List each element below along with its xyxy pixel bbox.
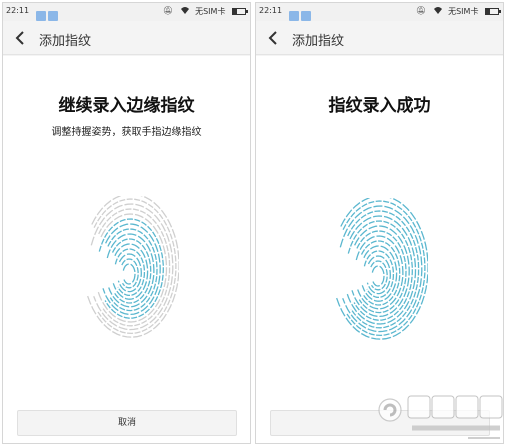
mute-icon: 🔕︎ bbox=[415, 6, 427, 15]
mute-icon: 🔕︎ bbox=[162, 6, 174, 15]
notification-icon bbox=[289, 11, 299, 21]
back-button[interactable] bbox=[9, 25, 31, 51]
wifi-icon bbox=[180, 6, 190, 17]
status-bar: 22:11 🔕︎ 无SIM卡 bbox=[256, 3, 503, 21]
phone-screen-enroll-success: 22:11 🔕︎ 无SIM卡 添加指纹 指纹录入成功 bbox=[255, 2, 504, 444]
app-bar: 添加指纹 bbox=[256, 21, 503, 55]
success-heading: 指纹录入成功 bbox=[328, 96, 431, 116]
chevron-left-icon bbox=[15, 31, 24, 45]
instruction-heading: 继续录入边缘指纹 bbox=[58, 96, 195, 116]
main-content: 继续录入边缘指纹 调整持握姿势，获取手指边缘指纹 取消 bbox=[3, 56, 250, 443]
fingerprint-ridge bbox=[114, 248, 146, 297]
sim-status: 无SIM卡 bbox=[195, 7, 226, 16]
fingerprint-ridge bbox=[102, 223, 161, 316]
fingerprint-ridge bbox=[351, 225, 410, 318]
back-button[interactable] bbox=[262, 25, 284, 51]
instruction-subheading: 调整持握姿势，获取手指边缘指纹 bbox=[51, 127, 202, 138]
notification-icons bbox=[36, 6, 60, 21]
status-right: 🔕︎ 无SIM卡 bbox=[415, 6, 501, 18]
fingerprint-icon bbox=[335, 198, 428, 340]
status-time: 22:11 bbox=[259, 6, 283, 15]
battery-icon bbox=[232, 8, 248, 15]
fingerprint-ridge bbox=[371, 265, 385, 287]
notification-icons bbox=[289, 6, 313, 21]
sim-status: 无SIM卡 bbox=[448, 7, 479, 16]
fingerprint-ridge bbox=[122, 263, 136, 285]
notification-icon bbox=[36, 11, 46, 21]
fingerprint-ridge bbox=[106, 233, 155, 308]
notification-icon bbox=[48, 11, 58, 21]
status-right: 🔕︎ 无SIM卡 bbox=[162, 6, 248, 18]
wifi-icon bbox=[433, 6, 443, 17]
fingerprint-ridge bbox=[363, 250, 395, 299]
status-bar: 22:11 🔕︎ 无SIM卡 bbox=[3, 3, 250, 21]
fingerprint-icon bbox=[86, 196, 179, 338]
main-content: 指纹录入成功 bbox=[256, 56, 503, 443]
cancel-button[interactable]: 取消 bbox=[17, 410, 237, 436]
page-title: 添加指纹 bbox=[39, 34, 92, 49]
page-title: 添加指纹 bbox=[292, 34, 345, 49]
battery-icon bbox=[485, 8, 501, 15]
fingerprint-ridge bbox=[355, 235, 404, 310]
battery-level bbox=[486, 9, 490, 14]
notification-icon bbox=[301, 11, 311, 21]
app-bar: 添加指纹 bbox=[3, 21, 250, 55]
watermark-logo bbox=[372, 388, 507, 444]
status-time: 22:11 bbox=[6, 6, 30, 15]
phone-screen-enroll-edge: 22:11 🔕︎ 无SIM卡 添加指纹 继续录入边缘指纹 调整持握姿势，获取手指… bbox=[2, 2, 251, 444]
watermark-image bbox=[378, 395, 503, 439]
chevron-left-icon bbox=[268, 31, 277, 45]
battery-level bbox=[233, 9, 237, 14]
